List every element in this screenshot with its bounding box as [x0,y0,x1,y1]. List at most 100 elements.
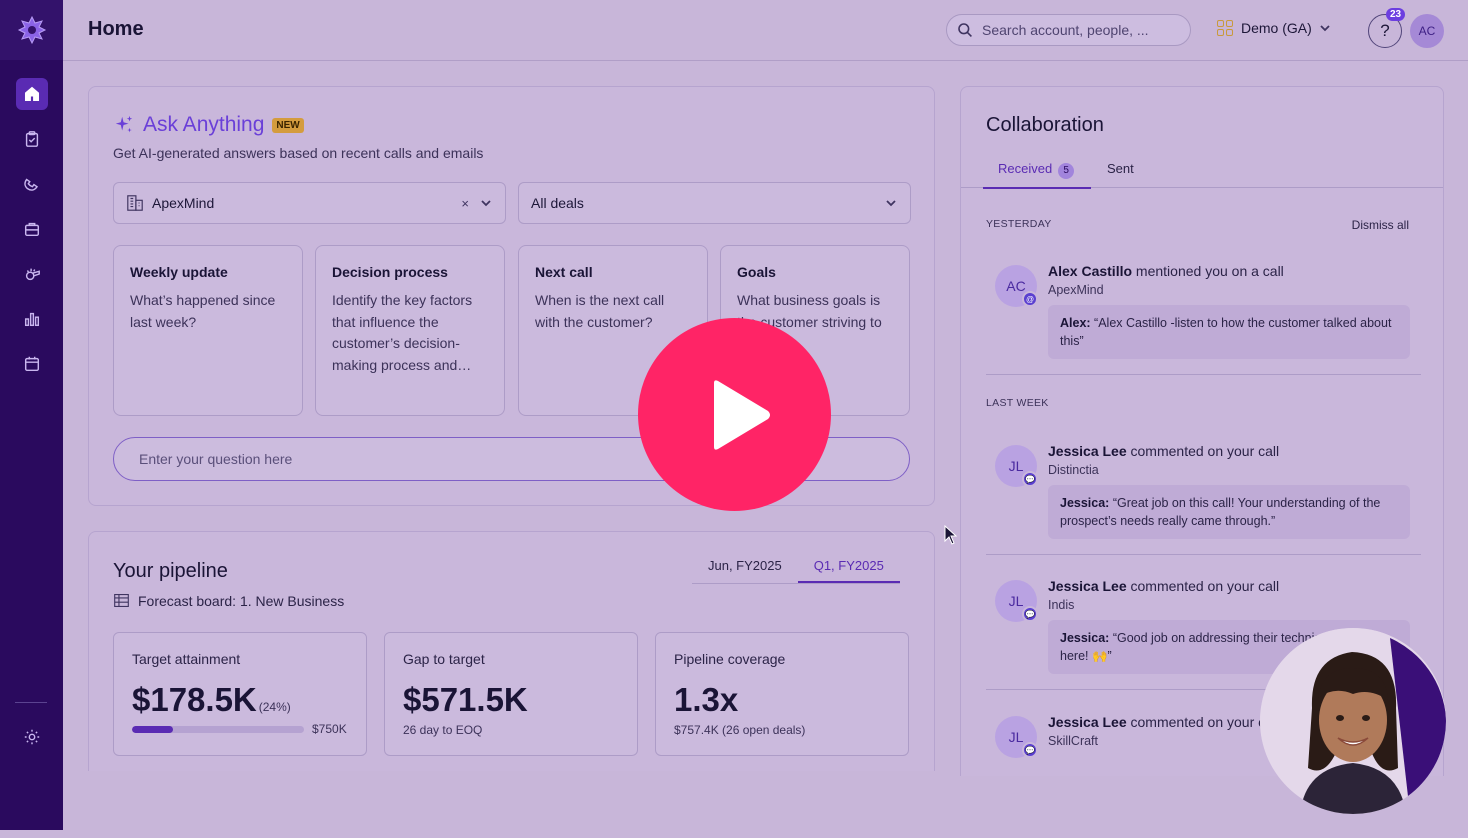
metric-pipeline-coverage[interactable]: Pipeline coverage 1.3x $757.4K (26 open … [655,632,909,756]
dismiss-all-button[interactable]: Dismiss all [1352,218,1409,232]
forecast-board-label: Forecast board: 1. New Business [138,592,345,609]
activity-account[interactable]: SkillCraft [1048,734,1098,748]
sparkle-icon [115,115,133,133]
tab-q1-fy2025[interactable]: Q1, FY2025 [797,558,900,583]
metric-sub: $757.4K (26 open deals) [674,723,806,737]
deals-select[interactable]: All deals [518,182,911,224]
phone-icon [23,178,38,191]
collaboration-tabs: Received 5 Sent [961,161,1443,189]
workspace-name: Demo (GA) [1241,20,1312,36]
activity-account[interactable]: ApexMind [1048,283,1104,297]
activity-user[interactable]: Jessica Lee [1048,578,1127,594]
new-badge: NEW [272,117,304,133]
activity-quote[interactable]: Alex: “Alex Castillo -listen to how the … [1048,305,1410,359]
tab-received[interactable]: Received 5 [983,161,1091,189]
progress-track [132,725,304,733]
prompt-card-decision-process[interactable]: Decision process Identify the key factor… [315,245,505,416]
prompt-card-weekly-update[interactable]: Weekly update What’s happened since last… [113,245,303,416]
notification-badge: 23 [1386,8,1406,21]
comment-icon: 💬 [1022,606,1038,622]
sidebar-item-calendar[interactable] [16,348,48,380]
metric-value-text: $178.5K [132,681,257,718]
prompt-card-text: What’s happened since last week? [130,292,276,330]
gear-icon [24,729,39,745]
tab-sent[interactable]: Sent [1107,161,1134,184]
section-last-week: LAST WEEK [986,397,1049,409]
received-count: 5 [1058,163,1075,179]
search-icon [958,23,972,37]
comment-icon: 💬 [1022,471,1038,487]
activity-account[interactable]: Indis [1048,598,1074,612]
activity-action: commented on your call [1126,443,1280,459]
search-input[interactable]: Search account, people, ... [946,14,1191,46]
prompt-card-title: Next call [535,264,593,280]
period-tabs: Jun, FY2025 Q1, FY2025 [692,558,900,584]
presenter-video[interactable] [1260,628,1446,814]
quote-author: Jessica: [1060,496,1110,510]
activity-quote[interactable]: Jessica: “Great job on this call! Your u… [1048,485,1410,539]
activity-user[interactable]: Jessica Lee [1048,714,1127,730]
prompt-card-title: Goals [737,264,776,280]
prompt-card-title: Weekly update [130,264,228,280]
metric-value: $178.5K (24%) [132,681,348,719]
sidebar-item-home[interactable] [15,78,48,110]
prompt-card-text: Identify the key factors that influence … [332,292,473,373]
prompt-card-text: When is the next call with the customer? [535,292,665,330]
metric-value: 1.3x [674,681,739,718]
sidebar-item-settings[interactable] [16,721,48,753]
workspace-selector[interactable]: Demo (GA) [1217,20,1330,36]
activity-user[interactable]: Alex Castillo [1048,263,1132,279]
forecast-board[interactable]: Forecast board: 1. New Business [113,592,344,609]
sidebar-item-tasks[interactable] [16,123,48,155]
home-icon [24,86,39,102]
page-title: Home [88,18,144,40]
metric-sub: 26 day to EOQ [403,723,483,737]
activity-line: Alex Castillo mentioned you on a call [1048,263,1284,279]
quote-text: “Alex Castillo -listen to how the custom… [1060,316,1392,348]
chevron-down-icon [1320,25,1330,32]
clear-icon[interactable]: × [461,196,469,211]
metric-label: Target attainment [132,651,241,667]
comment-icon: 💬 [1022,742,1038,758]
prompt-card-title: Decision process [332,264,448,280]
mention-icon: @ [1022,291,1038,307]
presenter-portrait [1260,628,1446,814]
metric-percent: (24%) [258,700,291,714]
account-select-value: ApexMind [152,195,215,211]
ask-anything-title: Ask Anything [143,113,265,136]
mouse-cursor-icon [944,525,958,545]
whistle-icon [25,268,40,281]
calendar-icon [24,356,39,372]
play-icon [713,379,770,450]
table-icon [114,593,129,608]
app-logo[interactable] [0,0,63,60]
metric-target-attainment[interactable]: Target attainment $178.5K (24%) $750K [113,632,367,756]
tab-jun-fy2025[interactable]: Jun, FY2025 [692,558,798,583]
sidebar-item-calls[interactable] [16,168,48,200]
activity-user[interactable]: Jessica Lee [1048,443,1127,459]
sidebar-item-coaching[interactable] [16,258,48,290]
tab-received-label: Received [998,161,1053,176]
quote-author: Alex: [1060,316,1091,330]
workspace-grid-icon [1217,20,1233,36]
user-avatar[interactable]: AC [1410,14,1444,48]
ask-anything-subtitle: Get AI-generated answers based on recent… [113,145,484,161]
pipeline-title: Your pipeline [113,560,228,582]
sidebar-item-insights[interactable] [16,303,48,335]
play-button[interactable] [638,318,831,511]
building-icon [127,195,143,211]
search-placeholder: Search account, people, ... [982,22,1149,38]
help-label: ? [1380,21,1390,40]
collaboration-title: Collaboration [986,114,1104,136]
logo-icon [17,15,46,45]
chevron-down-icon [886,200,896,207]
activity-action: commented on your call [1126,578,1280,594]
clipboard-check-icon [25,131,38,147]
activity-line: Jessica Lee commented on your call [1048,714,1279,730]
activity-account[interactable]: Distinctia [1048,463,1099,477]
metric-gap-to-target[interactable]: Gap to target $571.5K 26 day to EOQ [384,632,638,756]
quote-author: Jessica: [1060,631,1110,645]
account-select[interactable]: ApexMind × [113,182,506,224]
activity-action: commented on your call [1126,714,1280,730]
sidebar-item-deals[interactable] [16,213,48,245]
